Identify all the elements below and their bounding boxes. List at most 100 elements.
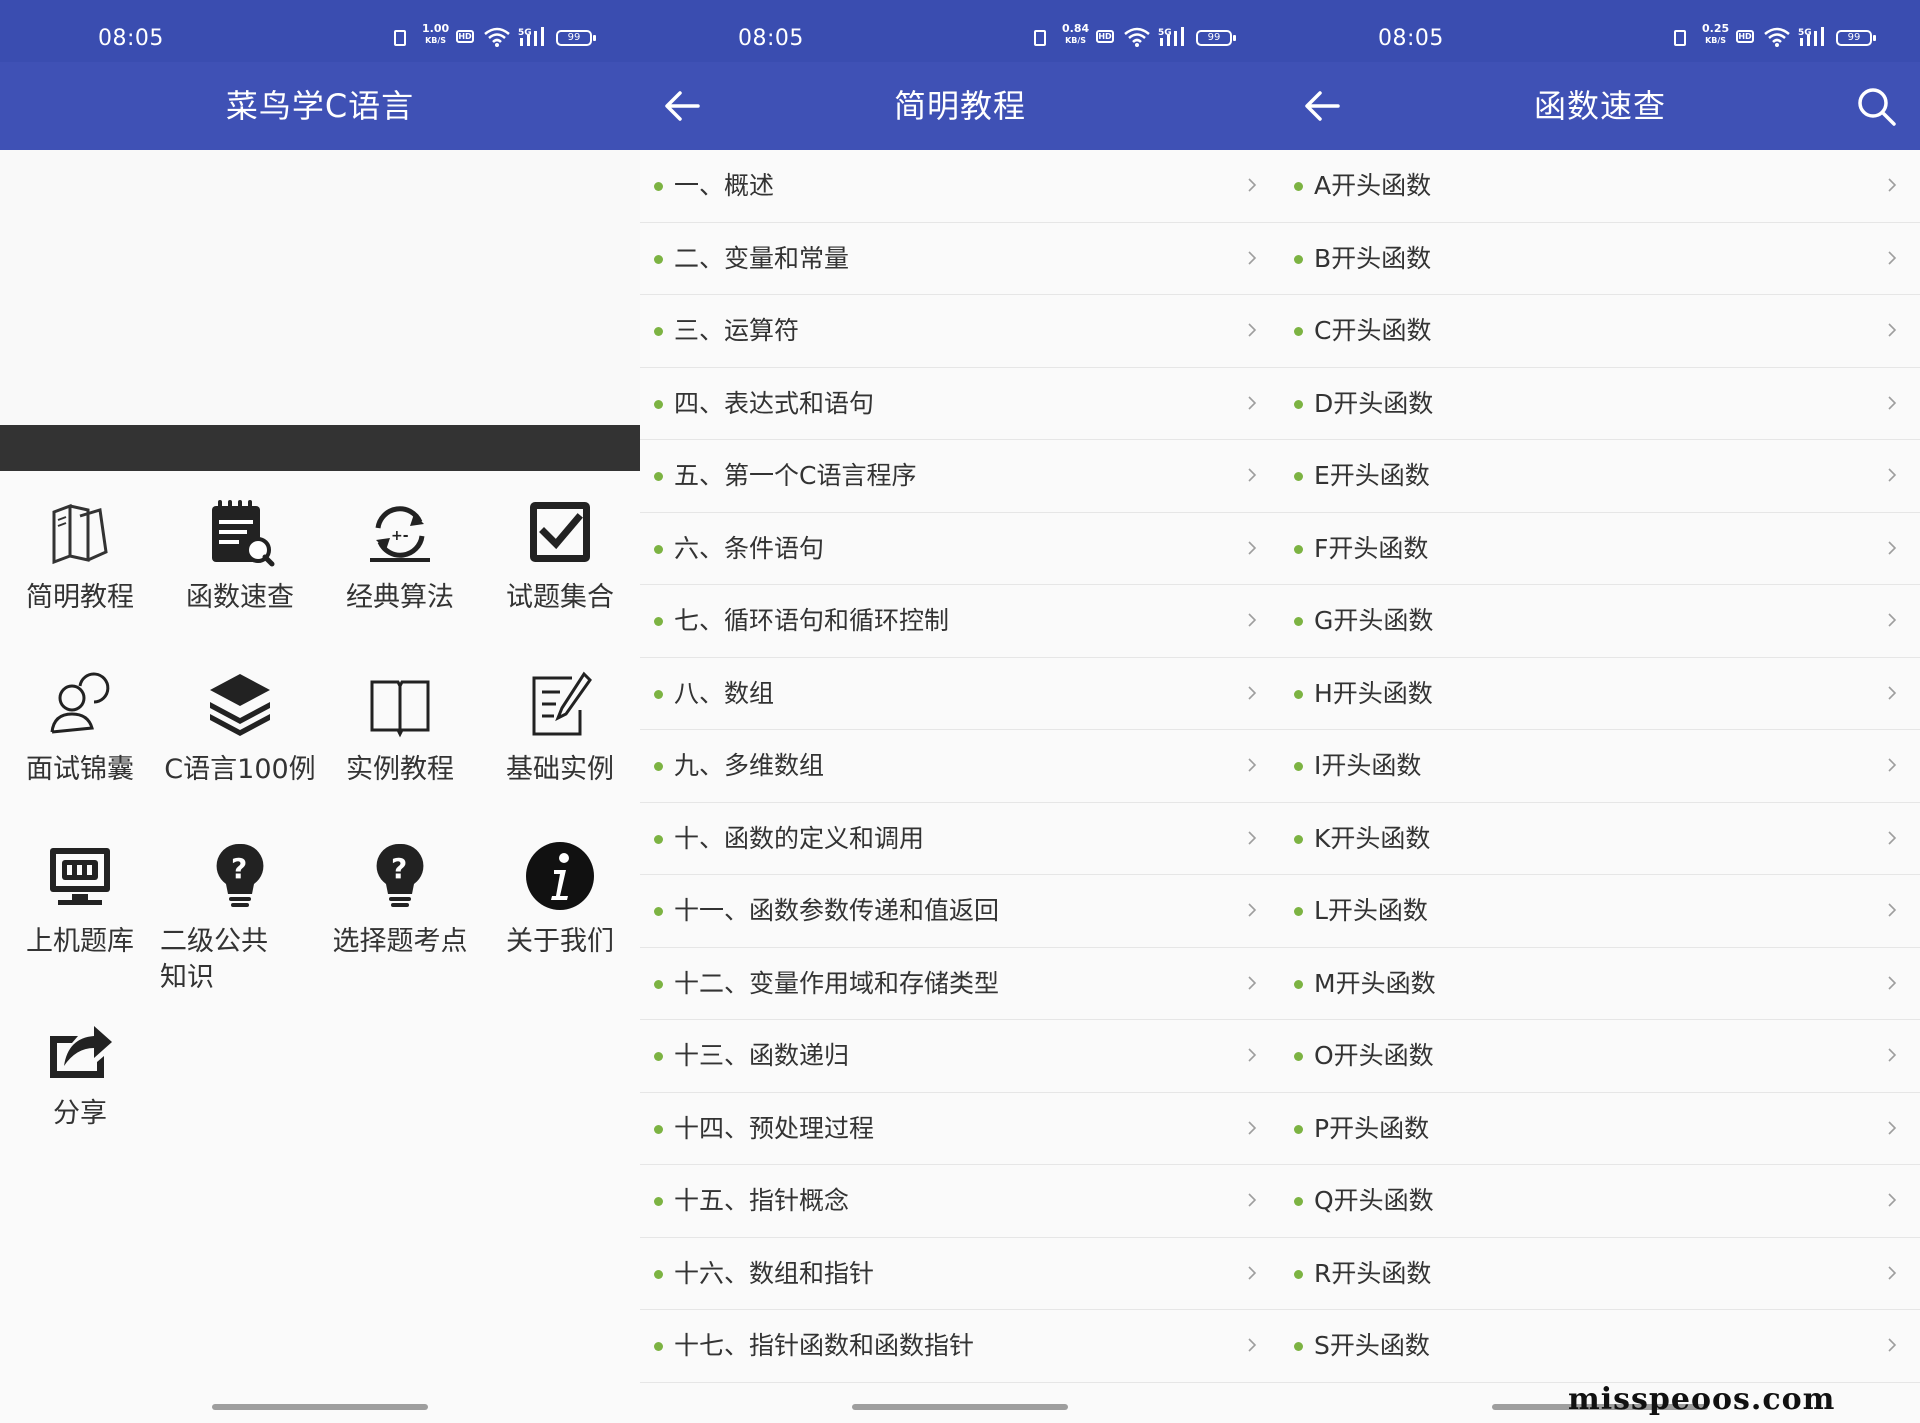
list-item-label: D开头函数 — [1314, 388, 1434, 418]
list-item[interactable]: 十六、数组和指针 — [640, 1238, 1280, 1310]
edit-note-icon — [532, 671, 592, 736]
list-item[interactable]: P开头函数 — [1280, 1093, 1920, 1165]
list-item-label: S开头函数 — [1314, 1331, 1430, 1360]
chevron-right-icon — [1246, 1048, 1258, 1062]
list-item[interactable]: H开头函数 — [1280, 658, 1920, 730]
grid-label: 面试锦囊 — [26, 754, 134, 785]
list-item[interactable]: 十一、函数参数传递和值返回 — [640, 875, 1280, 948]
chevron-right-icon — [1246, 976, 1258, 990]
list-item[interactable]: R开头函数 — [1280, 1238, 1920, 1310]
list-item[interactable]: 十二、变量作用域和存储类型 — [640, 948, 1280, 1020]
chevron-right-icon — [1886, 1121, 1898, 1135]
list-item[interactable]: 三、运算符 — [640, 295, 1280, 368]
grid-item-tutorial[interactable]: 简明教程 — [0, 496, 160, 656]
search-icon[interactable] — [1854, 84, 1898, 128]
list-item[interactable]: K开头函数 — [1280, 803, 1920, 875]
list-item[interactable]: 十七、指针函数和函数指针 — [640, 1310, 1280, 1383]
list-item[interactable]: M开头函数 — [1280, 948, 1920, 1020]
grid-label: 基础实例 — [506, 754, 614, 785]
list-item-label: 十一、函数参数传递和值返回 — [674, 896, 1000, 925]
list-item[interactable]: C开头函数 — [1280, 295, 1920, 368]
bullet-dot-icon — [1294, 1124, 1303, 1134]
status-time: 08:05 — [1378, 26, 1444, 51]
list-item-label: B开头函数 — [1314, 243, 1432, 273]
list-item[interactable]: S开头函数 — [1280, 1310, 1920, 1383]
list-item[interactable]: 四、表达式和语句 — [640, 368, 1280, 440]
function-lookup-screen: 08:05 0.25 KB/S HD 99 函数速查 A开头函数 B开头函数 C开头函… — [1280, 0, 1920, 1423]
grid-label: 经典算法 — [346, 582, 454, 613]
grid-item-algorithms[interactable]: +- 经典算法 — [320, 496, 480, 656]
list-item[interactable]: 十三、函数递归 — [640, 1020, 1280, 1093]
list-item-label: 十二、变量作用域和存储类型 — [674, 968, 1000, 998]
list-item[interactable]: A开头函数 — [1280, 150, 1920, 223]
list-item[interactable]: L开头函数 — [1280, 875, 1920, 948]
help-bulb-icon: ? — [216, 843, 264, 907]
svg-text:?: ? — [231, 852, 247, 885]
list-item[interactable]: 十四、预处理过程 — [640, 1093, 1280, 1165]
list-item[interactable]: 八、数组 — [640, 658, 1280, 730]
grid-label: C语言100例 — [164, 754, 316, 785]
list-item[interactable]: B开头函数 — [1280, 223, 1920, 295]
grid-item-examples-tutorial[interactable]: 实例教程 — [320, 668, 480, 828]
chevron-right-icon — [1246, 1338, 1258, 1352]
list-item[interactable]: 一、概述 — [640, 150, 1280, 223]
list-item-label: A开头函数 — [1314, 171, 1432, 200]
grid-label: 分享 — [53, 1098, 107, 1129]
monitor-icon — [50, 848, 110, 905]
list-item[interactable]: 六、条件语句 — [640, 513, 1280, 585]
list-item[interactable]: 十、函数的定义和调用 — [640, 803, 1280, 875]
list-item-label: 五、第一个C语言程序 — [674, 461, 917, 490]
grid-item-about-us[interactable]: 关于我们 — [480, 840, 640, 1000]
list-item[interactable]: 十五、指针概念 — [640, 1165, 1280, 1238]
gesture-bar[interactable] — [852, 1404, 1068, 1410]
grid-item-basic-examples[interactable]: 基础实例 — [480, 668, 640, 828]
grid-item-public-knowledge[interactable]: ? 二级公共知识 — [160, 840, 320, 1000]
wifi-icon — [1764, 26, 1790, 48]
list-item-label: K开头函数 — [1314, 823, 1431, 853]
gesture-bar[interactable] — [212, 1404, 428, 1410]
signal-icon — [1158, 26, 1188, 48]
bullet-dot-icon — [654, 254, 663, 264]
open-book-icon — [370, 680, 430, 738]
grid-item-c100[interactable]: C语言100例 — [160, 668, 320, 828]
chevron-right-icon — [1886, 1193, 1898, 1207]
list-item[interactable]: F开头函数 — [1280, 513, 1920, 585]
chevron-right-icon — [1886, 541, 1898, 555]
status-time: 08:05 — [738, 26, 804, 51]
chevron-right-icon — [1886, 396, 1898, 410]
grid-item-interview[interactable]: 面试锦囊 — [0, 668, 160, 828]
list-item[interactable]: G开头函数 — [1280, 585, 1920, 658]
bullet-dot-icon — [1294, 834, 1303, 844]
app-bar: 菜鸟学C语言 — [0, 62, 640, 150]
chevron-right-icon — [1886, 1338, 1898, 1352]
chevron-right-icon — [1246, 1266, 1258, 1280]
svg-text:?: ? — [391, 852, 407, 885]
list-item[interactable]: 二、变量和常量 — [640, 223, 1280, 295]
grid-label: 二级公共知识 — [160, 926, 268, 993]
grid-item-question-set[interactable]: 试题集合 — [480, 496, 640, 656]
chevron-right-icon — [1886, 903, 1898, 917]
chevron-right-icon — [1886, 323, 1898, 337]
grid-item-function-lookup[interactable]: 函数速查 — [160, 496, 320, 656]
layers-icon — [210, 674, 270, 736]
list-item[interactable]: I开头函数 — [1280, 730, 1920, 803]
chevron-right-icon — [1886, 1048, 1898, 1062]
bullet-dot-icon — [1294, 1342, 1303, 1351]
list-item[interactable]: 五、第一个C语言程序 — [640, 440, 1280, 513]
signal-icon — [518, 26, 548, 48]
list-item-label: M开头函数 — [1314, 968, 1436, 998]
list-item[interactable]: 七、循环语句和循环控制 — [640, 585, 1280, 658]
list-item-label: L开头函数 — [1314, 896, 1428, 925]
list-item[interactable]: O开头函数 — [1280, 1020, 1920, 1093]
grid-item-share[interactable]: 分享 — [0, 1012, 160, 1172]
chevron-right-icon — [1886, 613, 1898, 627]
watermark: misspeoos.com — [1568, 1382, 1836, 1417]
list-item[interactable]: E开头函数 — [1280, 440, 1920, 513]
bullet-dot-icon — [654, 617, 663, 626]
list-item[interactable]: D开头函数 — [1280, 368, 1920, 440]
list-item[interactable]: 九、多维数组 — [640, 730, 1280, 803]
list-item[interactable]: Q开头函数 — [1280, 1165, 1920, 1238]
grid-item-choice-points[interactable]: ? 选择题考点 — [320, 840, 480, 1000]
grid-item-lab-bank[interactable]: 上机题库 — [0, 840, 160, 1000]
chevron-right-icon — [1886, 178, 1898, 192]
